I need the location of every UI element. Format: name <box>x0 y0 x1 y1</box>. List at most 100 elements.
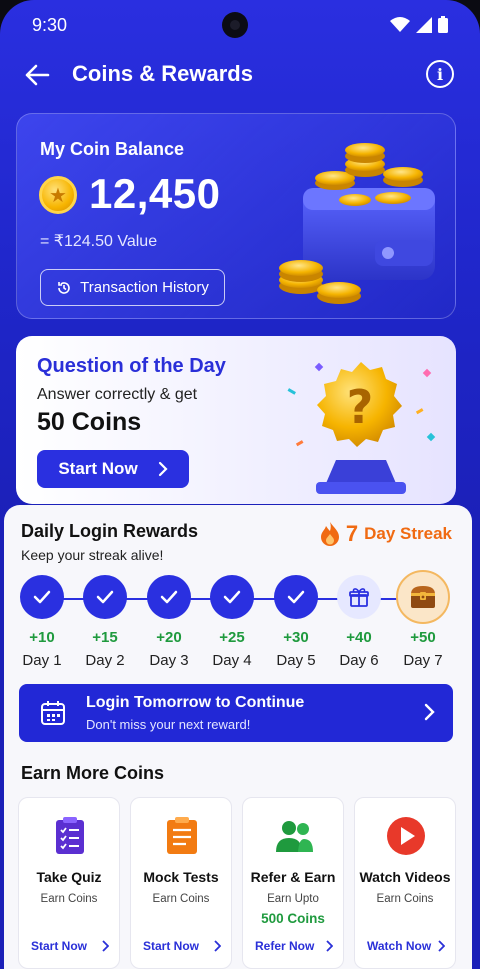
earn-card-highlight: 500 Coins <box>261 911 325 926</box>
qotd-start-button[interactable]: Start Now <box>37 450 189 488</box>
earn-card-refer-earn[interactable]: Refer & Earn Earn Upto 500 Coins Refer N… <box>242 797 344 969</box>
day-item: +20 Day 3 <box>137 575 201 669</box>
app-screen: 9:30 Coins & Rewards i My Coin Balance ★… <box>0 0 480 969</box>
cta-label: Start Now <box>143 939 200 953</box>
quiz-icon <box>56 817 84 854</box>
coin-balance-card: My Coin Balance ★ 12,450 = ₹124.50 Value… <box>16 113 456 319</box>
question-badge-illustration: ? <box>287 362 436 494</box>
check-icon <box>147 575 191 619</box>
calendar-icon <box>41 701 65 725</box>
status-time: 9:30 <box>32 15 68 35</box>
check-icon <box>83 575 127 619</box>
earn-card-cta[interactable]: Watch Now <box>367 939 445 953</box>
mock-test-icon <box>167 817 197 854</box>
refer-icon <box>276 821 313 852</box>
rupee-value: = ₹124.50 Value <box>40 233 158 250</box>
day-points: +30 <box>283 629 309 646</box>
gift-icon <box>337 575 381 619</box>
earn-card-cta[interactable]: Refer Now <box>255 939 333 953</box>
svg-text:?: ? <box>347 380 374 434</box>
earn-card-mock-tests[interactable]: Mock Tests Earn Coins Start Now <box>130 797 232 969</box>
daily-login-title: Daily Login Rewards <box>21 521 199 541</box>
transaction-history-button[interactable]: Transaction History <box>40 269 225 306</box>
treasure-chest-icon <box>396 570 450 624</box>
earn-card-name: Take Quiz <box>36 869 102 885</box>
chevron-right-icon <box>424 703 435 721</box>
day-label: Day 3 <box>149 652 189 669</box>
earn-card-sub: Earn Upto <box>267 893 319 905</box>
balance-label: My Coin Balance <box>40 139 185 159</box>
day-item: +40 Day 6 <box>327 575 391 669</box>
question-of-the-day-card[interactable]: Question of the Day Answer correctly & g… <box>16 336 456 504</box>
info-icon: i <box>436 64 444 84</box>
earn-card-name: Mock Tests <box>143 869 219 885</box>
chevron-right-icon <box>326 940 333 952</box>
earn-card-name: Refer & Earn <box>250 869 336 885</box>
rewards-sheet: Daily Login Rewards Keep your streak ali… <box>4 505 472 969</box>
cta-label: Refer Now <box>255 939 315 953</box>
arrow-left-icon <box>25 64 50 86</box>
back-button[interactable] <box>20 58 54 92</box>
streak-count: 7 <box>345 521 359 546</box>
day-label: Day 2 <box>85 652 125 669</box>
day-item: +50 Day 7 <box>391 570 455 669</box>
chevron-right-icon <box>214 940 221 952</box>
login-tomorrow-banner[interactable]: Login Tomorrow to Continue Don't miss yo… <box>19 684 453 742</box>
banner-title: Login Tomorrow to Continue <box>86 694 305 711</box>
info-button[interactable]: i <box>426 60 454 88</box>
cta-label: Start Now <box>31 939 88 953</box>
earn-card-name: Watch Videos <box>359 869 451 885</box>
day-label: Day 7 <box>403 652 443 669</box>
cta-label: Watch Now <box>367 939 432 953</box>
history-icon <box>58 281 70 294</box>
chevron-right-icon <box>158 461 168 477</box>
top-app-bar: Coins & Rewards i <box>0 52 480 98</box>
qotd-start-label: Start Now <box>58 459 138 478</box>
status-icons <box>390 16 448 38</box>
play-video-icon <box>387 817 425 855</box>
wifi-icon <box>390 16 410 38</box>
streak-badge: 7 Day Streak <box>320 521 452 547</box>
earn-card-cta[interactable]: Start Now <box>31 939 109 953</box>
day-points: +50 <box>410 629 436 646</box>
day-points: +15 <box>92 629 118 646</box>
earn-more-title: Earn More Coins <box>21 763 165 783</box>
coin-balance-value: 12,450 <box>89 170 221 217</box>
check-icon <box>210 575 254 619</box>
earn-card-sub: Earn Coins <box>40 893 98 905</box>
day-item: +30 Day 5 <box>264 575 328 669</box>
page-title: Coins & Rewards <box>72 61 253 86</box>
chevron-right-icon <box>102 940 109 952</box>
daily-login-subtitle: Keep your streak alive! <box>21 547 164 563</box>
earn-card-cta[interactable]: Start Now <box>143 939 221 953</box>
fire-icon <box>320 522 339 546</box>
day-item: +10 Day 1 <box>10 575 74 669</box>
earn-card-take-quiz[interactable]: Take Quiz Earn Coins Start Now <box>18 797 120 969</box>
chevron-right-icon <box>438 940 445 952</box>
day-item: +25 Day 4 <box>200 575 264 669</box>
banner-subtitle: Don't miss your next reward! <box>86 717 251 732</box>
check-icon <box>20 575 64 619</box>
earn-card-watch-videos[interactable]: Watch Videos Earn Coins Watch Now <box>354 797 456 969</box>
day-label: Day 6 <box>339 652 379 669</box>
coin-icon: ★ <box>39 176 77 214</box>
check-icon <box>274 575 318 619</box>
day-item: +15 Day 2 <box>73 575 137 669</box>
day-points: +40 <box>346 629 372 646</box>
earn-card-sub: Earn Coins <box>152 893 210 905</box>
day-label: Day 4 <box>212 652 252 669</box>
front-camera <box>222 12 248 38</box>
day-points: +10 <box>29 629 55 646</box>
streak-label: Day Streak <box>364 524 452 543</box>
day-points: +20 <box>156 629 182 646</box>
wallet-coins-illustration <box>279 143 435 304</box>
qotd-title: Question of the Day <box>37 355 226 377</box>
day-label: Day 5 <box>276 652 316 669</box>
transaction-history-label: Transaction History <box>80 279 209 296</box>
qotd-subtitle: Answer correctly & get <box>37 386 198 403</box>
daily-login-tracker: +10 Day 1 +15 Day 2 +20 Day 3 +25 Day 4 … <box>16 570 464 675</box>
day-label: Day 1 <box>22 652 62 669</box>
earn-card-sub: Earn Coins <box>376 893 434 905</box>
qotd-reward: 50 Coins <box>37 408 142 436</box>
status-bar: 9:30 <box>0 0 480 50</box>
